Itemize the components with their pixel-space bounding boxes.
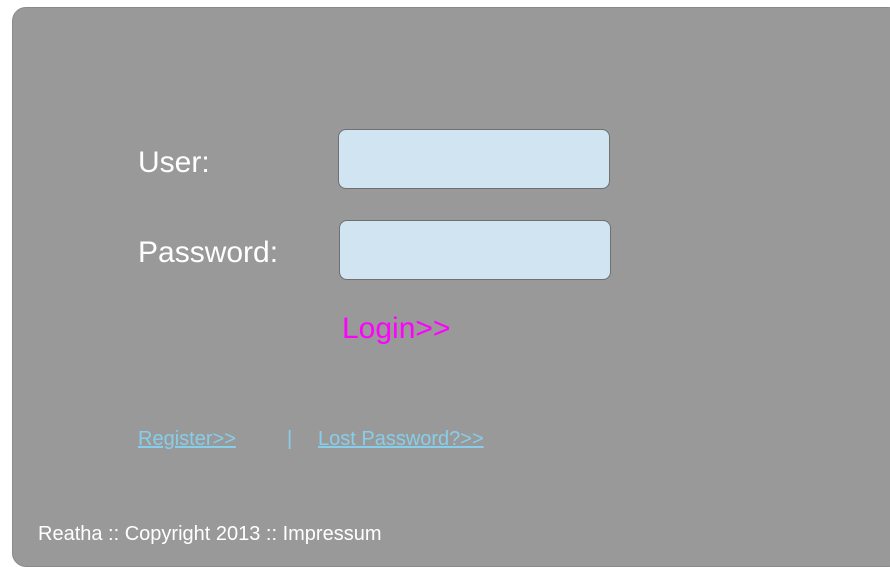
password-label: Password: <box>138 236 279 269</box>
register-link[interactable]: Register>> <box>138 427 236 451</box>
link-separator: | <box>287 428 293 450</box>
footer-text: Reatha :: Copyright 2013 :: Impressum <box>38 523 382 545</box>
user-input[interactable] <box>338 129 610 189</box>
login-link[interactable]: Login>> <box>342 312 450 346</box>
login-panel <box>12 7 890 567</box>
lost-password-link[interactable]: Lost Password?>> <box>318 427 484 451</box>
password-input[interactable] <box>339 220 611 280</box>
user-label: User: <box>138 146 210 179</box>
